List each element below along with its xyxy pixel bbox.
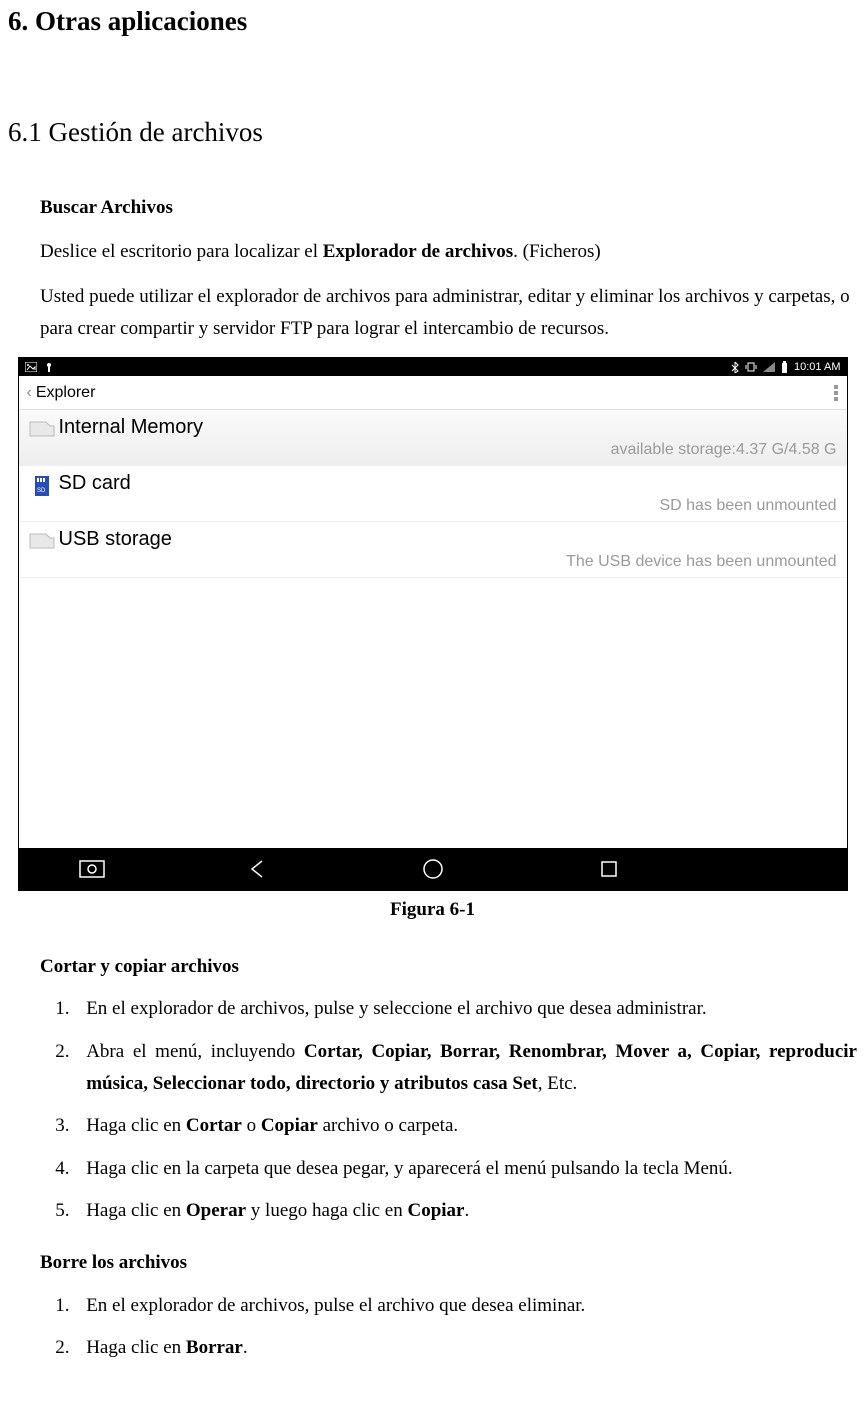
list-item: Haga clic en la carpeta que desea pegar,… xyxy=(74,1153,857,1185)
nav-home-icon[interactable] xyxy=(420,856,446,882)
app-title: Explorer xyxy=(36,384,96,402)
empty-area xyxy=(19,578,847,848)
subheading-buscar-archivos: Buscar Archivos xyxy=(40,192,857,224)
list-item: Haga clic en Cortar o Copiar archivo o c… xyxy=(74,1110,857,1142)
bold-fragment: Explorador de archivos xyxy=(323,241,513,262)
svg-text:SD: SD xyxy=(37,488,46,494)
text-fragment: Deslice el escritorio para localizar el xyxy=(40,241,323,262)
ordered-list-cortar: En el explorador de archivos, pulse y se… xyxy=(74,993,857,1227)
nav-back-icon[interactable] xyxy=(244,856,270,882)
row-title: SD card xyxy=(59,472,837,495)
image-icon xyxy=(25,362,37,372)
bold-fragment: Copiar xyxy=(407,1200,464,1221)
list-item[interactable]: SD SD card SD has been unmounted xyxy=(19,466,847,522)
status-bar-left xyxy=(25,362,53,372)
nav-recents-icon[interactable] xyxy=(596,856,622,882)
bold-fragment: Cortar xyxy=(186,1115,242,1136)
vibrate-icon xyxy=(745,361,757,373)
paragraph: Usted puede utilizar el explorador de ar… xyxy=(40,281,857,346)
figure-caption: Figura 6-1 xyxy=(0,899,865,921)
subheading-borre: Borre los archivos xyxy=(40,1247,857,1279)
bold-fragment: Copiar xyxy=(261,1115,318,1136)
back-chevron-icon[interactable]: ‹ xyxy=(27,384,32,402)
status-time: 10:01 AM xyxy=(794,361,840,373)
screenshot-icon[interactable] xyxy=(79,856,105,882)
text-fragment: Haga clic en xyxy=(86,1200,186,1221)
bold-fragment: Operar xyxy=(186,1200,246,1221)
text-fragment: , Etc. xyxy=(538,1073,578,1094)
battery-icon xyxy=(781,361,788,373)
section-heading-6: 6. Otras aplicaciones xyxy=(8,6,865,37)
text-fragment: . (Ficheros) xyxy=(513,241,601,262)
list-item: En el explorador de archivos, pulse el a… xyxy=(74,1290,857,1322)
sd-card-icon: SD xyxy=(25,472,59,498)
text-fragment: archivo o carpeta. xyxy=(318,1115,458,1136)
status-bar-right: 10:01 AM xyxy=(731,361,840,373)
status-bar: 10:01 AM xyxy=(19,358,847,376)
usb-storage-icon xyxy=(25,528,59,550)
memory-icon xyxy=(25,416,59,438)
list-item: Haga clic en Borrar. xyxy=(74,1332,857,1364)
storage-list: Internal Memory available storage:4.37 G… xyxy=(19,410,847,578)
ordered-list-borre: En el explorador de archivos, pulse el a… xyxy=(74,1290,857,1365)
text-fragment: . xyxy=(464,1200,469,1221)
row-title: USB storage xyxy=(59,528,837,551)
text-fragment: y luego haga clic en xyxy=(246,1200,407,1221)
row-subtext: available storage:4.37 G/4.58 G xyxy=(59,441,837,459)
list-item: Abra el menú, incluyendo Cortar, Copiar,… xyxy=(74,1036,857,1101)
list-item[interactable]: Internal Memory available storage:4.37 G… xyxy=(19,410,847,466)
app-title-bar: ‹ Explorer xyxy=(19,376,847,410)
signal-icon xyxy=(763,362,775,372)
text-fragment: Abra el menú, incluyendo xyxy=(86,1041,304,1062)
bluetooth-icon xyxy=(731,361,739,373)
section-heading-6-1: 6.1 Gestión de archivos xyxy=(8,117,865,148)
bold-fragment: Borrar xyxy=(186,1337,243,1358)
text-fragment: Haga clic en xyxy=(86,1115,186,1136)
overflow-menu-icon[interactable] xyxy=(833,384,839,402)
screenshot-figure: 10:01 AM ‹ Explorer Internal Memory avai… xyxy=(18,357,848,891)
system-nav-bar xyxy=(19,848,847,890)
list-item: En el explorador de archivos, pulse y se… xyxy=(74,993,857,1025)
text-fragment: Haga clic en xyxy=(86,1337,186,1358)
paragraph: Deslice el escritorio para localizar el … xyxy=(40,236,857,268)
list-item: Haga clic en Operar y luego haga clic en… xyxy=(74,1195,857,1227)
text-fragment: . xyxy=(243,1337,248,1358)
usb-debug-icon xyxy=(45,362,53,372)
list-item[interactable]: USB storage The USB device has been unmo… xyxy=(19,522,847,578)
text-fragment: o xyxy=(242,1115,261,1136)
row-title: Internal Memory xyxy=(59,416,837,439)
row-subtext: The USB device has been unmounted xyxy=(59,553,837,571)
subheading-cortar: Cortar y copiar archivos xyxy=(40,951,857,983)
row-subtext: SD has been unmounted xyxy=(59,497,837,515)
